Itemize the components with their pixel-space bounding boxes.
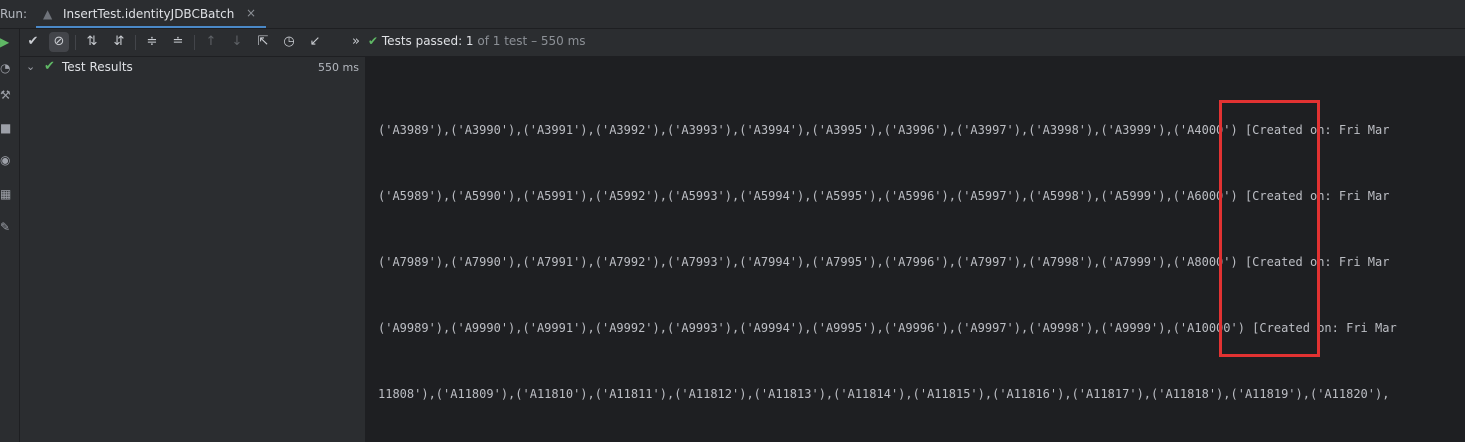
run-tab-bar: Run: ▲ InsertTest.identityJDBCBatch ×: [0, 0, 1465, 29]
sort-by-duration-icon[interactable]: ⇵: [109, 32, 129, 52]
history-icon[interactable]: ◔: [0, 61, 14, 75]
tree-item-label: Test Results: [62, 60, 133, 74]
wrench-icon[interactable]: ⚒: [0, 88, 14, 102]
toolbar-separator: [135, 35, 136, 50]
test-run-icon: ▲: [43, 7, 53, 21]
tree-row-test-results[interactable]: ⌄ ✔ Test Results 550 ms: [20, 58, 365, 78]
run-gutter: ▶ ◔ ⚒ ■ ◉ ▦ ✎: [0, 29, 20, 442]
status-prefix: Tests passed:: [381, 34, 466, 48]
stop-icon[interactable]: ■: [0, 121, 14, 135]
next-failed-icon[interactable]: ↓: [227, 32, 247, 52]
test-status: ✔ Tests passed: 1 of 1 test – 550 ms: [368, 34, 586, 48]
run-label: Run:: [0, 7, 28, 21]
history-clock-icon[interactable]: ◷: [279, 32, 299, 52]
console-line: 11808'),('A11809'),('A11810'),('A11811')…: [378, 387, 1390, 401]
status-passed-count: 1: [465, 34, 474, 48]
active-tab-indicator: [36, 26, 266, 28]
layout-icon[interactable]: ▦: [0, 187, 14, 201]
test-runner-toolbar: ✔ ⊘ ⇅ ⇵ ≑ ≐ ↑ ↓ ⇱ ◷ ↙ » ✔ Tests passed: …: [20, 29, 1465, 57]
export-icon[interactable]: ↙: [305, 32, 325, 52]
status-summary: of 1 test – 550 ms: [473, 34, 586, 48]
test-results-tree: ⌄ ✔ Test Results 550 ms: [20, 57, 366, 442]
expand-all-icon[interactable]: ≑: [142, 32, 162, 52]
pin-icon[interactable]: ✎: [0, 220, 14, 234]
tree-item-duration: 550 ms: [318, 61, 359, 74]
collapse-all-icon[interactable]: ≐: [168, 32, 188, 52]
close-tab-icon[interactable]: ×: [246, 6, 256, 20]
highlight-box: [1219, 100, 1320, 357]
run-tab-identity-jdbc-batch[interactable]: ▲ InsertTest.identityJDBCBatch ×: [36, 0, 266, 28]
passed-check-icon: ✔: [368, 34, 379, 48]
console-output[interactable]: ('A3989'),('A3990'),('A3991'),('A3992'),…: [366, 57, 1465, 442]
rerun-icon[interactable]: ▶: [0, 35, 14, 49]
passed-check-icon: ✔: [44, 59, 55, 74]
chevron-down-icon[interactable]: ⌄: [26, 60, 35, 73]
previous-failed-icon[interactable]: ↑: [201, 32, 221, 52]
toolbar-separator: [194, 35, 195, 50]
toolbar-separator: [75, 35, 76, 50]
show-ignored-icon[interactable]: ⊘: [49, 32, 69, 52]
tab-title: InsertTest.identityJDBCBatch: [63, 7, 235, 21]
show-passed-icon[interactable]: ✔: [23, 32, 43, 52]
sort-alphabetically-icon[interactable]: ⇅: [82, 32, 102, 52]
more-actions-icon[interactable]: »: [346, 32, 366, 52]
import-tests-icon[interactable]: ⇱: [253, 32, 273, 52]
eye-icon[interactable]: ◉: [0, 153, 14, 167]
